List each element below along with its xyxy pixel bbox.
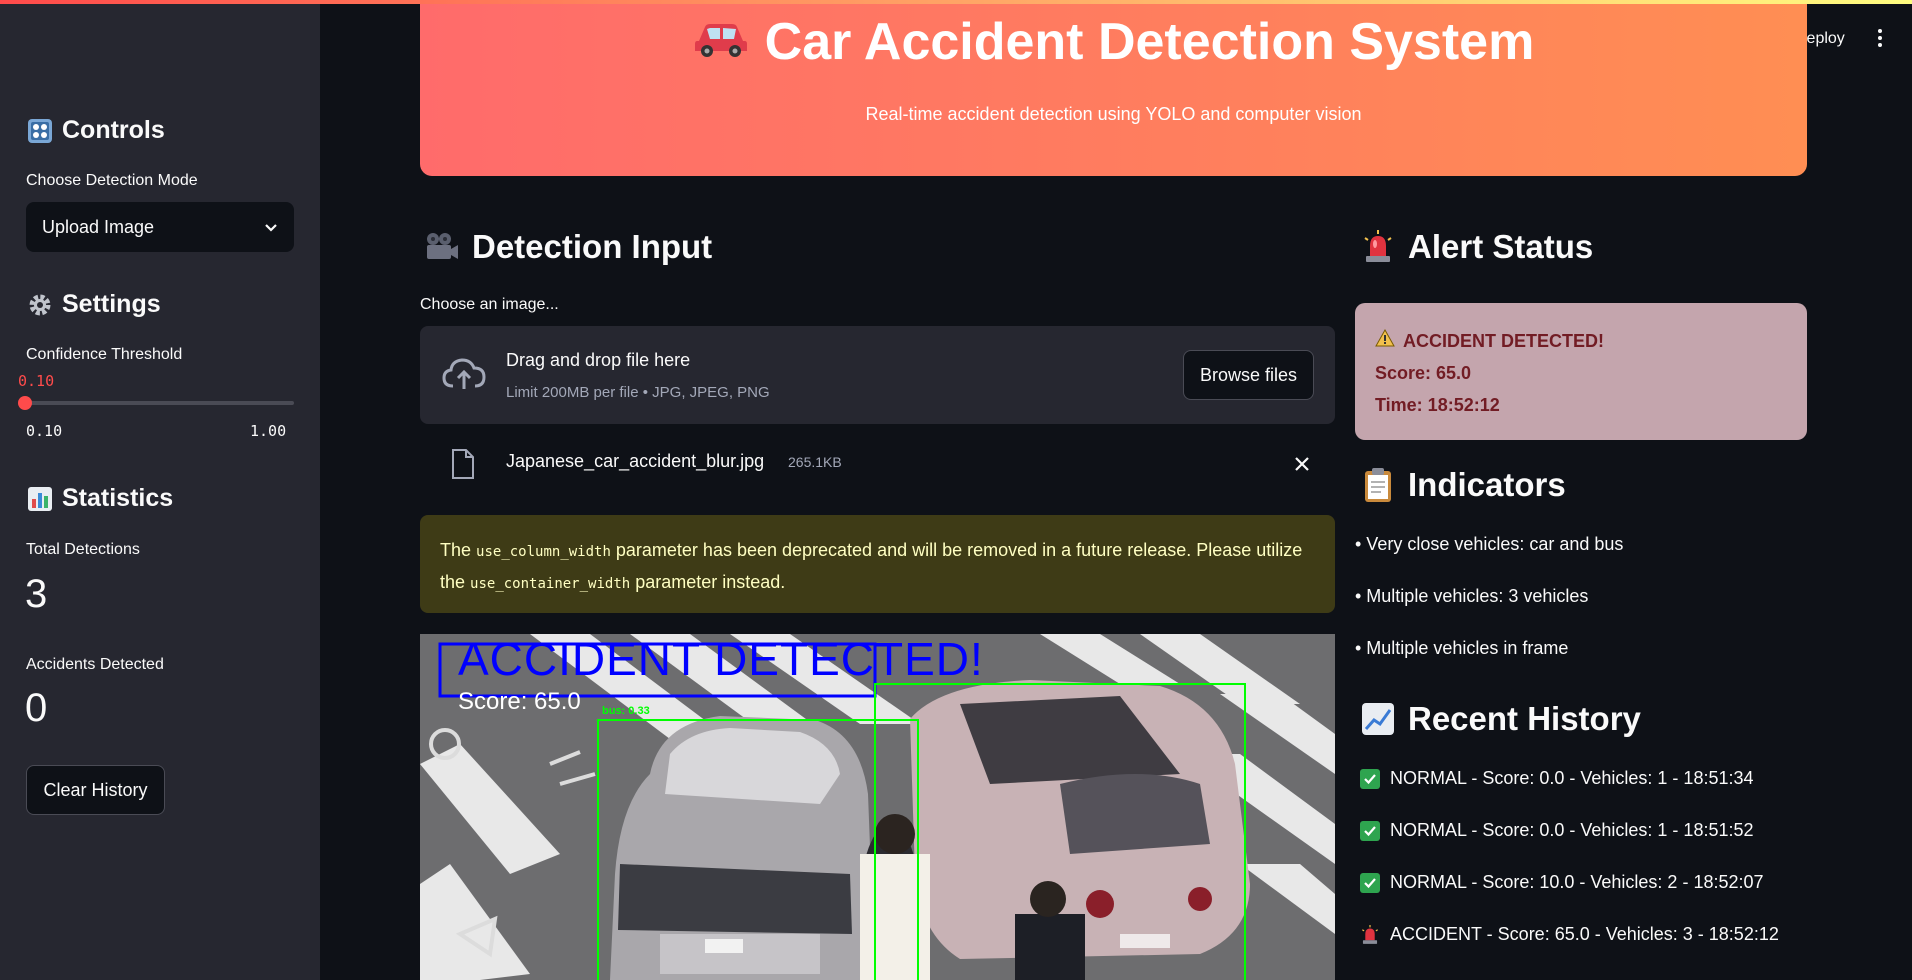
dropzone-limit: Limit 200MB per file • JPG, JPEG, PNG xyxy=(506,384,770,401)
detection-input-heading: Detection Input xyxy=(424,228,712,266)
check-mark-icon xyxy=(1360,820,1380,841)
indicator-item: • Very close vehicles: car and bus xyxy=(1355,534,1624,554)
warning-text-pre: The xyxy=(440,540,477,560)
control-knobs-icon xyxy=(26,117,54,145)
detection-mode-value: Upload Image xyxy=(42,216,155,237)
confidence-max: 1.00 xyxy=(250,422,287,440)
alert-score: Score: 65.0 xyxy=(1375,363,1472,383)
check-mark-icon xyxy=(1360,872,1380,893)
cloud-upload-icon xyxy=(440,354,488,394)
detection-mode-select[interactable]: Upload Image xyxy=(26,202,294,252)
banner-title: Car Accident Detection System xyxy=(420,12,1807,72)
accidents-value: 0 xyxy=(25,686,48,730)
history-item: NORMAL - Score: 0.0 - Vehicles: 1 - 18:5… xyxy=(1360,768,1754,789)
recent-history-title: Recent History xyxy=(1408,700,1641,737)
sidebar: Controls Choose Detection Mode Upload Im… xyxy=(0,0,320,980)
confidence-label: Confidence Threshold xyxy=(26,346,183,363)
chevron-down-icon xyxy=(264,217,278,238)
warning-icon xyxy=(1375,325,1395,357)
warning-text-post: parameter instead. xyxy=(630,572,786,592)
title-banner: Car Accident Detection System Real-time … xyxy=(420,0,1807,176)
detection-result-image: bus: 0.33 ACCIDENT DETECTED! Score: 65.0 xyxy=(420,634,1335,980)
uploaded-file-name: Japanese_car_accident_blur.jpg xyxy=(506,451,765,471)
alert-status-title: Alert Status xyxy=(1408,228,1594,265)
settings-heading: Settings xyxy=(26,290,161,319)
history-item: ACCIDENT - Score: 65.0 - Vehicles: 3 - 1… xyxy=(1360,924,1779,945)
kebab-menu-icon[interactable] xyxy=(1872,26,1888,50)
rotating-light-icon xyxy=(1360,229,1396,265)
history-text: NORMAL - Score: 0.0 - Vehicles: 1 - 18:5… xyxy=(1390,768,1754,788)
alert-headline: ACCIDENT DETECTED! xyxy=(1403,331,1604,351)
clipboard-icon xyxy=(1360,467,1396,503)
car-icon xyxy=(693,12,749,72)
warning-code-column: use_column_width xyxy=(476,544,611,560)
statistics-heading: Statistics xyxy=(26,484,173,513)
controls-title: Controls xyxy=(62,116,165,144)
confidence-min: 0.10 xyxy=(26,422,63,440)
history-text: ACCIDENT - Score: 65.0 - Vehicles: 3 - 1… xyxy=(1390,924,1779,944)
settings-title: Settings xyxy=(62,290,161,318)
mode-label: Choose Detection Mode xyxy=(26,172,198,189)
file-icon xyxy=(450,448,476,480)
gear-icon xyxy=(26,291,54,319)
accident-alert-box: ACCIDENT DETECTED! Score: 65.0 Time: 18:… xyxy=(1355,303,1807,440)
alert-status-heading: Alert Status xyxy=(1360,228,1593,266)
indicators-title: Indicators xyxy=(1408,466,1566,503)
confidence-slider-thumb[interactable] xyxy=(18,396,32,410)
accidents-label: Accidents Detected xyxy=(26,656,164,673)
overlay-accident-text: ACCIDENT DETECTED! xyxy=(458,634,984,685)
indicator-item: • Multiple vehicles: 3 vehicles xyxy=(1355,586,1589,606)
total-detections-label: Total Detections xyxy=(26,541,140,558)
alert-time: Time: 18:52:12 xyxy=(1375,395,1500,415)
overlay-score-text: Score: 65.0 xyxy=(458,688,581,715)
svg-text:bus: 0.33: bus: 0.33 xyxy=(602,705,650,717)
history-text: NORMAL - Score: 0.0 - Vehicles: 1 - 18:5… xyxy=(1390,820,1754,840)
upload-label: Choose an image... xyxy=(420,296,559,313)
close-icon[interactable] xyxy=(1290,452,1314,476)
banner-title-text: Car Accident Detection System xyxy=(764,13,1535,71)
clear-history-button[interactable]: Clear History xyxy=(26,765,165,815)
browse-files-button[interactable]: Browse files xyxy=(1183,350,1314,400)
chart-increasing-icon xyxy=(1360,701,1396,737)
bar-chart-icon xyxy=(26,485,54,513)
dropzone-title: Drag and drop file here xyxy=(506,350,691,370)
history-item: NORMAL - Score: 10.0 - Vehicles: 2 - 18:… xyxy=(1360,872,1764,893)
rotating-light-icon xyxy=(1360,924,1380,945)
alert-line-1: ACCIDENT DETECTED! xyxy=(1375,325,1787,357)
top-status-line xyxy=(0,0,1912,4)
warning-code-container: use_container_width xyxy=(470,576,631,592)
history-text: NORMAL - Score: 10.0 - Vehicles: 2 - 18:… xyxy=(1390,872,1764,892)
recent-history-heading: Recent History xyxy=(1360,700,1641,738)
detection-input-title: Detection Input xyxy=(472,228,713,265)
controls-heading: Controls xyxy=(26,116,165,145)
deprecation-warning: The use_column_width parameter has been … xyxy=(420,515,1335,613)
statistics-title: Statistics xyxy=(62,484,174,512)
total-detections-value: 3 xyxy=(25,572,48,616)
confidence-value: 0.10 xyxy=(18,372,55,390)
indicator-item: • Multiple vehicles in frame xyxy=(1355,638,1569,658)
history-item: NORMAL - Score: 0.0 - Vehicles: 1 - 18:5… xyxy=(1360,820,1754,841)
indicators-heading: Indicators xyxy=(1360,466,1566,504)
uploaded-file-size: 265.1KB xyxy=(788,454,842,470)
file-dropzone[interactable]: Drag and drop file here Limit 200MB per … xyxy=(420,326,1335,424)
confidence-slider-track[interactable] xyxy=(26,401,294,405)
movie-camera-icon xyxy=(424,229,460,265)
check-mark-icon xyxy=(1360,768,1380,789)
banner-subtitle: Real-time accident detection using YOLO … xyxy=(865,104,1362,124)
